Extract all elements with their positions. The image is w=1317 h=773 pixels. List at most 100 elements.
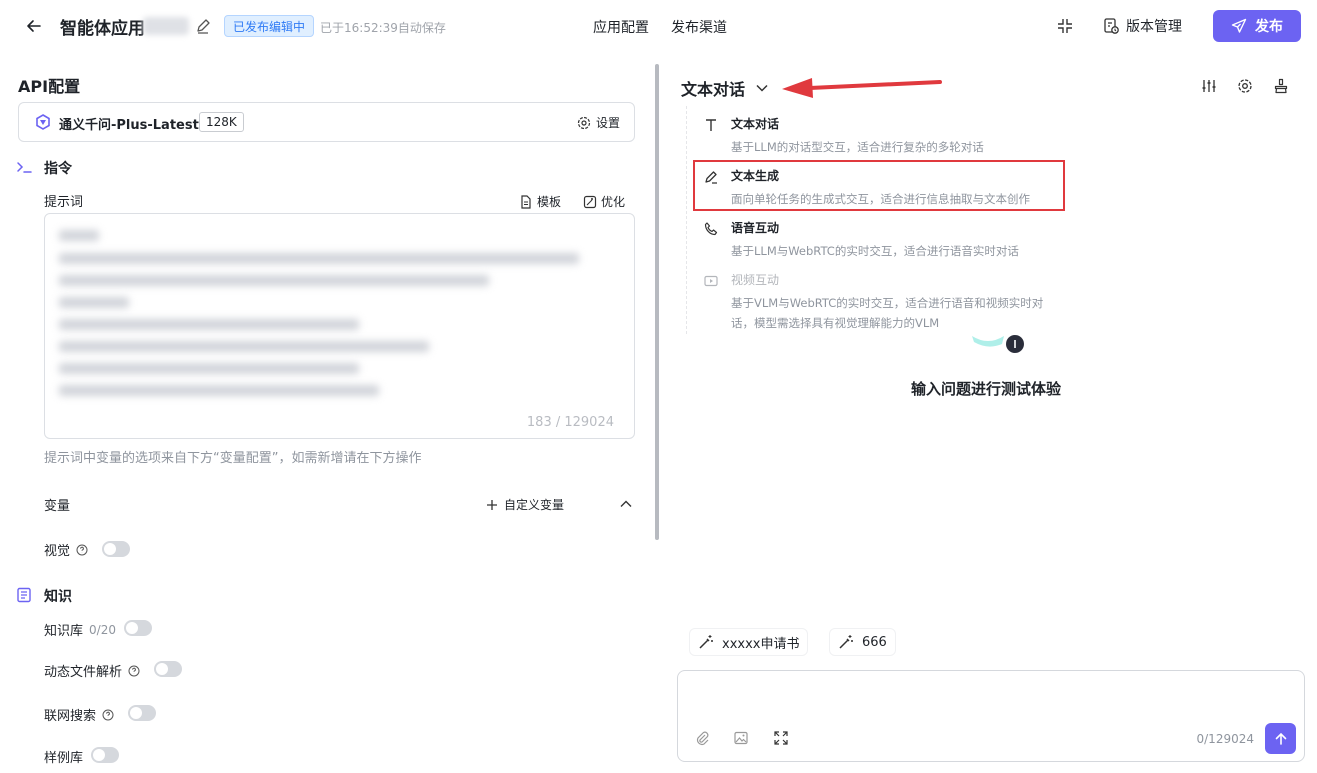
publish-button[interactable]: 发布 bbox=[1213, 10, 1301, 42]
knowledge-base-label: 知识库 bbox=[44, 624, 84, 639]
redacted-prompt-line bbox=[59, 341, 429, 352]
annotation-arrow bbox=[782, 78, 942, 98]
publish-label: 发布 bbox=[1255, 19, 1283, 35]
web-search-label: 联网搜索 bbox=[44, 709, 97, 724]
variables-title: 变量 bbox=[44, 499, 71, 514]
mode-option-text-chat[interactable]: 文本对话 基于LLM的对话型交互，适合进行复杂的多轮对话 bbox=[687, 106, 1062, 158]
instructions-title: 指令 bbox=[44, 161, 72, 177]
suggestion-label: 666 bbox=[862, 634, 887, 650]
knowledge-base-toggle[interactable] bbox=[124, 620, 152, 636]
app-title: 智能体应用 bbox=[60, 19, 145, 39]
empty-state-text: 输入问题进行测试体验 bbox=[911, 380, 1062, 398]
chevron-up-icon[interactable] bbox=[618, 496, 634, 512]
sample-library-label: 样例库 bbox=[44, 751, 84, 766]
redacted-prompt-line bbox=[59, 253, 579, 264]
help-circle-icon[interactable] bbox=[128, 665, 140, 677]
help-circle-icon[interactable] bbox=[102, 709, 114, 721]
redacted-prompt-line bbox=[59, 385, 379, 396]
redacted-prompt-line bbox=[59, 363, 359, 374]
prompt-hint: 提示词中变量的选项来自下方“变量配置”，如需新增请在下方操作 bbox=[44, 451, 422, 466]
suggestion-label: xxxxx申请书 bbox=[722, 636, 800, 652]
mode-option-desc: 基于LLM与WebRTC的实时交互，适合进行语音实时对话 bbox=[731, 244, 1019, 258]
autosave-status: 已于16:52:39自动保存 bbox=[320, 21, 446, 35]
image-icon[interactable] bbox=[733, 730, 749, 746]
magic-wand-icon bbox=[698, 634, 714, 650]
help-circle-icon[interactable] bbox=[76, 544, 88, 556]
magic-optimize-icon bbox=[583, 195, 597, 209]
sliders-icon[interactable] bbox=[1200, 77, 1218, 95]
version-management-button[interactable]: 版本管理 bbox=[1102, 12, 1182, 40]
dynamic-file-parsing-toggle[interactable] bbox=[154, 661, 182, 677]
send-plane-icon bbox=[1231, 18, 1247, 34]
send-button[interactable] bbox=[1265, 723, 1296, 754]
web-search-toggle[interactable] bbox=[128, 705, 156, 721]
compress-icon[interactable] bbox=[1055, 16, 1075, 36]
suggestion-chip[interactable]: xxxxx申请书 bbox=[689, 628, 809, 656]
vision-label: 视觉 bbox=[44, 544, 71, 559]
mode-option-video: 视频互动 基于VLM与WebRTC的实时交互，适合进行语音和视频实时对话，模型需… bbox=[687, 262, 1062, 334]
mode-option-title: 文本对话 bbox=[731, 117, 780, 131]
optimize-label: 优化 bbox=[601, 195, 626, 209]
mode-current-label: 文本对话 bbox=[681, 80, 746, 99]
template-label: 模板 bbox=[537, 195, 562, 209]
left-panel-scrollbar[interactable] bbox=[655, 64, 659, 540]
settings-label: 设置 bbox=[595, 116, 620, 130]
chat-input-box[interactable]: 0/129024 bbox=[677, 670, 1305, 762]
dynamic-file-parsing-label: 动态文件解析 bbox=[44, 665, 123, 680]
mode-option-desc: 基于VLM与WebRTC的实时交互，适合进行语音和视频实时对话，模型需选择具有视… bbox=[731, 296, 1044, 330]
vision-toggle[interactable] bbox=[102, 541, 130, 557]
add-custom-variable-button[interactable]: 自定义变量 bbox=[486, 496, 564, 513]
expand-icon[interactable] bbox=[773, 730, 789, 746]
dynamic-file-parsing-setting: 动态文件解析 bbox=[44, 661, 140, 680]
knowledge-title: 知识 bbox=[44, 589, 72, 605]
redacted-prompt-line bbox=[59, 319, 359, 330]
optimize-button[interactable]: 优化 bbox=[583, 193, 625, 210]
prompt-char-count: 183 / 129024 bbox=[526, 415, 614, 430]
mode-option-title: 视频互动 bbox=[731, 273, 780, 287]
prompt-label: 提示词 bbox=[44, 195, 84, 210]
web-search-setting: 联网搜索 bbox=[44, 705, 114, 724]
video-icon bbox=[703, 273, 719, 289]
app-title-redacted bbox=[143, 17, 189, 35]
vision-setting: 视觉 bbox=[44, 540, 88, 559]
back-arrow-icon[interactable] bbox=[24, 16, 44, 36]
paperclip-icon[interactable] bbox=[694, 730, 710, 746]
plus-icon bbox=[486, 499, 498, 511]
nav-publish-channel[interactable]: 发布渠道 bbox=[671, 17, 727, 37]
qwen-logo-icon bbox=[35, 114, 51, 130]
redacted-prompt-line bbox=[59, 230, 99, 241]
knowledge-base-count: 0/20 bbox=[89, 622, 116, 637]
model-settings-button[interactable]: 设置 bbox=[577, 114, 620, 131]
model-selector[interactable]: 通义千问-Plus-Latest 128K 设置 bbox=[18, 102, 635, 142]
prompt-textarea[interactable]: 183 / 129024 bbox=[44, 213, 635, 439]
gear-icon[interactable] bbox=[1236, 77, 1254, 95]
edit-pencil-icon[interactable] bbox=[194, 17, 212, 35]
version-history-icon bbox=[1102, 17, 1120, 35]
mode-option-voice[interactable]: 语音互动 基于LLM与WebRTC的实时交互，适合进行语音实时对话 bbox=[687, 210, 1062, 262]
input-char-count: 0/129024 bbox=[1196, 732, 1255, 746]
mode-dropdown-menu: 文本对话 基于LLM的对话型交互，适合进行复杂的多轮对话 文本生成 面向单轮任务… bbox=[686, 106, 1061, 334]
mode-selector-dropdown[interactable]: 文本对话 bbox=[681, 76, 769, 100]
gear-icon bbox=[577, 116, 591, 130]
magic-wand-icon bbox=[838, 634, 854, 650]
model-name: 通义千问-Plus-Latest bbox=[59, 118, 199, 133]
clear-brush-icon[interactable] bbox=[1272, 77, 1290, 95]
phone-icon bbox=[703, 221, 719, 237]
empty-state-illustration bbox=[972, 335, 1024, 353]
arrow-up-icon bbox=[1274, 732, 1288, 746]
template-button[interactable]: 模板 bbox=[519, 193, 561, 210]
version-management-label: 版本管理 bbox=[1126, 19, 1182, 35]
knowledge-book-icon bbox=[16, 587, 32, 603]
mode-option-title: 语音互动 bbox=[731, 221, 780, 235]
model-context-badge: 128K bbox=[199, 112, 244, 132]
sample-library-toggle[interactable] bbox=[91, 747, 119, 763]
suggestion-chip[interactable]: 666 bbox=[829, 628, 896, 656]
knowledge-base-setting: 知识库 0/20 bbox=[44, 620, 116, 640]
text-t-icon bbox=[703, 117, 719, 133]
custom-variable-label: 自定义变量 bbox=[504, 498, 565, 512]
document-icon bbox=[519, 194, 533, 209]
mode-option-desc: 基于LLM的对话型交互，适合进行复杂的多轮对话 bbox=[731, 140, 984, 154]
redacted-prompt-line bbox=[59, 275, 489, 286]
top-bar: 智能体应用 已发布编辑中 已于16:52:39自动保存 应用配置 发布渠道 版本… bbox=[0, 0, 1317, 52]
nav-app-config[interactable]: 应用配置 bbox=[593, 17, 649, 37]
